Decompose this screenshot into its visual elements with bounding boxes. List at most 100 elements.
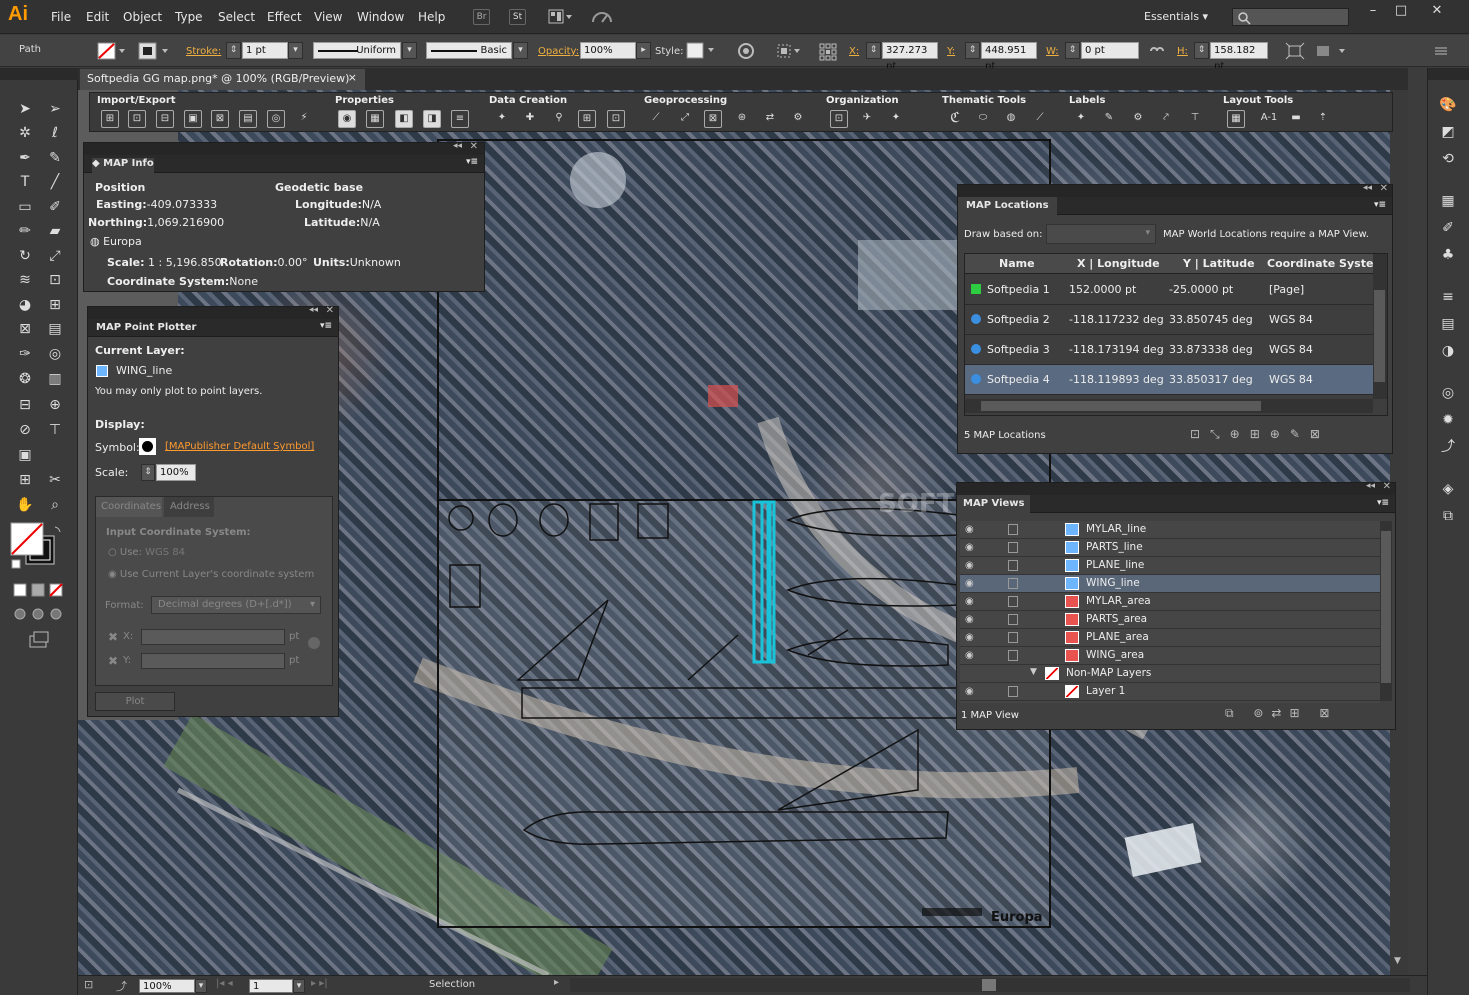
geocode-icon[interactable]: ⚲ (550, 110, 568, 128)
export-icon[interactable]: ⊡ (128, 110, 146, 128)
layer-row[interactable]: ◉ PARTS_area (960, 611, 1380, 629)
type-tool-icon[interactable]: T (14, 171, 36, 193)
transparency-icon[interactable]: ◑ (1437, 340, 1459, 362)
point-plotter-title[interactable]: MAP Point Plotter (96, 322, 196, 333)
stroke-label[interactable]: Stroke: (186, 46, 221, 57)
lock-toggle-icon[interactable] (1008, 560, 1018, 571)
artboard-input[interactable]: 1 (249, 979, 293, 993)
stroke-weight-dropdown[interactable]: ▾ (288, 42, 303, 59)
lock-toggle-icon[interactable] (1008, 614, 1018, 625)
h-stepper[interactable]: ⇕ (1194, 42, 1209, 59)
color-panel-icon[interactable]: 🎨 (1437, 94, 1459, 116)
free-transform-tool-icon[interactable]: ⊡ (44, 269, 66, 291)
direct-selection-tool-icon[interactable]: ➢ (44, 98, 66, 120)
export-image-icon[interactable]: ⊠ (211, 110, 229, 128)
scale-stepper[interactable]: ⇕ (141, 464, 155, 481)
document-tab[interactable]: Softpedia GG map.png* @ 100% (RGB/Previe… (80, 69, 365, 90)
share-icon[interactable]: ⤴ (116, 978, 127, 994)
point-plotter-icon[interactable]: ✦ (493, 110, 511, 128)
magic-wand-tool-icon[interactable]: ✲ (14, 122, 36, 144)
export-web-icon[interactable]: ◎ (267, 110, 285, 128)
map-label-tool-icon[interactable]: ⊤ (44, 419, 66, 441)
import-web-icon[interactable]: ⊟ (156, 110, 174, 128)
visibility-eye-icon[interactable]: ◉ (965, 632, 974, 643)
recolor-artwork-icon[interactable] (737, 42, 755, 60)
x-input[interactable]: 327.273 pt (882, 42, 938, 72)
brush-dropdown[interactable]: ▾ (513, 42, 528, 59)
blend-tool-icon[interactable]: ◎ (44, 343, 66, 365)
screen-mode-icon[interactable] (28, 630, 50, 650)
maximize-button[interactable]: □ (1386, 0, 1416, 22)
map-selector-tool-icon[interactable]: ⊟ (14, 394, 36, 416)
visibility-eye-icon[interactable]: ◉ (965, 596, 974, 607)
visibility-eye-icon[interactable]: ◉ (965, 686, 974, 697)
visibility-eye-icon[interactable]: ◉ (965, 614, 974, 625)
workspace-switcher[interactable]: Essentials ▾ (1144, 10, 1208, 23)
shape-builder-tool-icon[interactable]: ◕ (14, 294, 36, 316)
layer-vscroll[interactable] (1380, 521, 1392, 701)
color-mode-buttons[interactable] (12, 582, 68, 598)
lock-toggle-icon[interactable] (1008, 632, 1018, 643)
use-cs-radio[interactable]: ○ Use: WGS 84 (108, 547, 185, 558)
table-vscroll[interactable] (1373, 254, 1387, 399)
grid-icon[interactable]: ⊡ (607, 110, 625, 128)
selection-tool-icon[interactable]: ➤ (14, 98, 36, 120)
opacity-slider-button[interactable]: ▸ (636, 42, 651, 59)
grid-create-icon[interactable]: ⊞ (578, 110, 596, 128)
menu-edit[interactable]: Edit (86, 10, 109, 24)
mesh-tool-icon[interactable]: ⊠ (14, 318, 36, 340)
symbols-icon[interactable]: ♣ (1437, 244, 1459, 266)
map-views-icon[interactable]: ◉ (338, 110, 356, 128)
hand-tool-icon[interactable]: ✋ (14, 494, 36, 516)
w-stepper[interactable]: ⇕ (1065, 42, 1080, 59)
map-info-icon[interactable]: ◧ (395, 110, 413, 128)
slice-tool-icon[interactable]: ✂ (44, 469, 66, 491)
pencil-tool-icon[interactable]: ✏ (14, 220, 36, 242)
graphic-style-picker[interactable] (686, 42, 720, 59)
map-tagger-tool-icon[interactable]: ⊕ (44, 394, 66, 416)
menu-effect[interactable]: Effect (267, 10, 302, 24)
map-attributes-icon[interactable]: ▦ (366, 110, 384, 128)
label-pro-icon[interactable]: ⚙ (1129, 110, 1147, 128)
table-hscroll[interactable] (965, 399, 1373, 413)
visibility-eye-icon[interactable]: ◉ (965, 650, 974, 661)
menu-object[interactable]: Object (123, 10, 162, 24)
col-x[interactable]: X | Longitude (1077, 257, 1160, 270)
map-index-icon[interactable]: A-1 (1256, 110, 1282, 128)
pick-point-icon[interactable] (308, 637, 320, 649)
thematic-icon[interactable]: ℭ (946, 110, 964, 128)
map-grid-icon[interactable]: ▦ (1227, 110, 1245, 128)
width-tool-icon[interactable]: ≋ (14, 269, 36, 291)
col-cs[interactable]: Coordinate System (1267, 257, 1385, 270)
eraser-tool-icon[interactable]: ▰ (44, 220, 66, 242)
north-arrow-icon[interactable]: ⇡ (1314, 110, 1332, 128)
h-label[interactable]: H: (1177, 46, 1188, 57)
map-info-tab[interactable]: ◆ MAP Info (92, 158, 154, 176)
tab-address[interactable]: Address (164, 497, 214, 517)
layer-row[interactable]: ▼ Non-MAP Layers (960, 665, 1380, 683)
symbol-swatch[interactable] (139, 438, 156, 455)
document-tab-close[interactable]: × (348, 71, 357, 84)
panel-menu-icon[interactable]: ▾≡ (1374, 200, 1386, 210)
col-name[interactable]: Name (999, 257, 1035, 270)
col-y[interactable]: Y | Latitude (1183, 257, 1255, 270)
visibility-eye-icon[interactable]: ◉ (965, 524, 974, 535)
y-stepper[interactable]: ⇕ (965, 42, 980, 59)
w-label[interactable]: W: (1046, 46, 1059, 57)
eyedropper-tool-icon[interactable]: ✑ (14, 343, 36, 365)
visibility-eye-icon[interactable]: ◉ (965, 560, 974, 571)
layer-row[interactable]: ◉ Layer 1 (960, 683, 1380, 701)
menu-select[interactable]: Select (218, 10, 255, 24)
gradient-panel-icon[interactable]: ▤ (1437, 313, 1459, 335)
artboard-next-last[interactable]: ▸ ▸| (311, 978, 328, 989)
label-tag-icon[interactable]: ✦ (1072, 110, 1090, 128)
location-row[interactable]: Softpedia 4 -118.119893 deg 33.850317 deg W… (965, 365, 1373, 395)
format-select[interactable]: Decimal degrees (D+[.d*]) ▾ (151, 596, 321, 614)
export-panel-icon[interactable]: ⤴ (1437, 436, 1459, 458)
plot-button[interactable]: Plot (95, 692, 175, 711)
swatches-icon[interactable]: ▦ (1437, 190, 1459, 212)
panel-menu-icon[interactable]: ▾≡ (320, 321, 332, 331)
geo-settings-icon[interactable]: ⚙ (789, 110, 807, 128)
fill-stroke-swatches[interactable] (10, 522, 68, 572)
clip-icon[interactable]: ⊠ (704, 110, 722, 128)
